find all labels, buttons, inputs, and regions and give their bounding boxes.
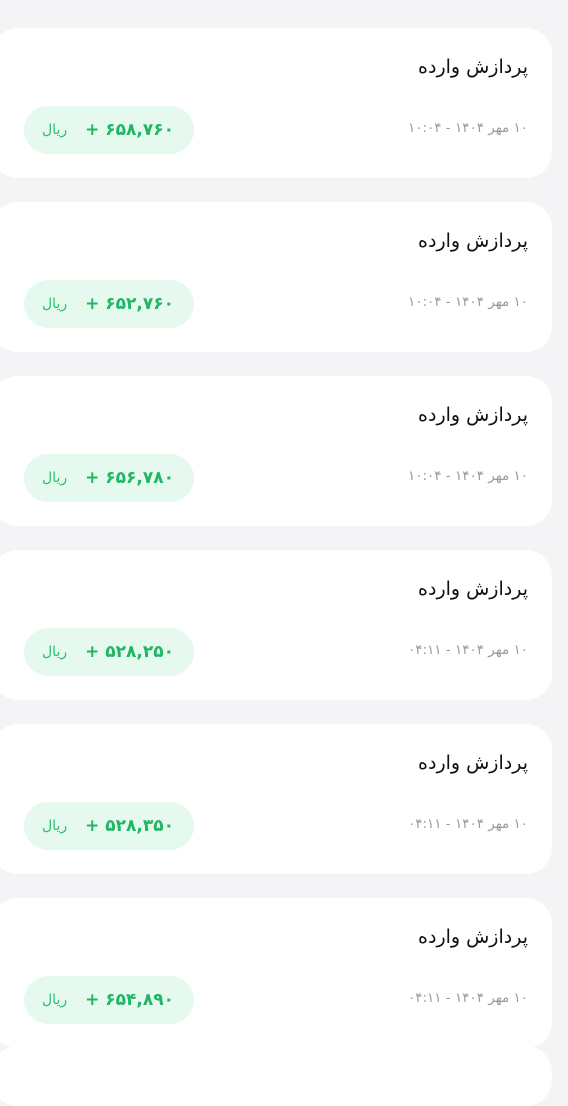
currency-label: ریال: [42, 644, 68, 660]
amount-value: + ۵۲۸,۳۵۰: [85, 816, 174, 836]
transaction-title: پردازش وارده: [418, 56, 528, 78]
transaction-title: پردازش وارده: [418, 404, 528, 426]
transaction-card[interactable]: پردازش وارده ۱۰ مهر ۱۴۰۴ - ۱۰:۰۴ ریال + …: [0, 28, 552, 178]
transaction-card[interactable]: پردازش وارده ۱۰ مهر ۱۴۰۴ - ۰۴:۱۱ ریال + …: [0, 724, 552, 874]
transaction-card[interactable]: پردازش وارده ۱۰ مهر ۱۴۰۴ - ۱۰:۰۴ ریال + …: [0, 376, 552, 526]
transaction-card[interactable]: پردازش وارده ۱۰ مهر ۱۴۰۴ - ۰۴:۱۱ ریال + …: [0, 550, 552, 700]
transaction-date: ۱۰ مهر ۱۴۰۴ - ۰۴:۱۱: [407, 816, 528, 832]
transaction-date: ۱۰ مهر ۱۴۰۴ - ۰۴:۱۱: [407, 990, 528, 1006]
amount-badge: ریال + ۶۵۲,۷۶۰: [24, 280, 194, 328]
amount-value: + ۶۵۲,۷۶۰: [85, 294, 174, 314]
transaction-date: ۱۰ مهر ۱۴۰۴ - ۱۰:۰۴: [407, 120, 528, 136]
transaction-title: پردازش وارده: [418, 578, 528, 600]
transaction-title: پردازش وارده: [418, 926, 528, 948]
currency-label: ریال: [42, 992, 68, 1008]
transaction-date: ۱۰ مهر ۱۴۰۴ - ۱۰:۰۴: [407, 294, 528, 310]
transaction-card[interactable]: پردازش وارده ۱۰ مهر ۱۴۰۴ - ۱۰:۰۴ ریال + …: [0, 202, 552, 352]
currency-label: ریال: [42, 122, 68, 138]
amount-value: + ۶۵۶,۷۸۰: [85, 468, 174, 488]
currency-label: ریال: [42, 818, 68, 834]
transaction-title: پردازش وارده: [418, 230, 528, 252]
transaction-card[interactable]: پردازش وارده ۱۰ مهر ۱۴۰۴ - ۰۴:۱۱ ریال + …: [0, 898, 552, 1048]
transaction-card-partial[interactable]: [0, 1046, 552, 1106]
amount-badge: ریال + ۶۵۶,۷۸۰: [24, 454, 194, 502]
transaction-date: ۱۰ مهر ۱۴۰۴ - ۰۴:۱۱: [407, 642, 528, 658]
transaction-title: پردازش وارده: [418, 752, 528, 774]
amount-badge: ریال + ۵۲۸,۲۵۰: [24, 628, 194, 676]
amount-badge: ریال + ۵۲۸,۳۵۰: [24, 802, 194, 850]
amount-badge: ریال + ۶۵۸,۷۶۰: [24, 106, 194, 154]
currency-label: ریال: [42, 296, 68, 312]
amount-value: + ۵۲۸,۲۵۰: [85, 642, 174, 662]
amount-value: + ۶۵۸,۷۶۰: [85, 120, 174, 140]
currency-label: ریال: [42, 470, 68, 486]
amount-value: + ۶۵۴,۸۹۰: [85, 990, 174, 1010]
transaction-date: ۱۰ مهر ۱۴۰۴ - ۱۰:۰۴: [407, 468, 528, 484]
amount-badge: ریال + ۶۵۴,۸۹۰: [24, 976, 194, 1024]
